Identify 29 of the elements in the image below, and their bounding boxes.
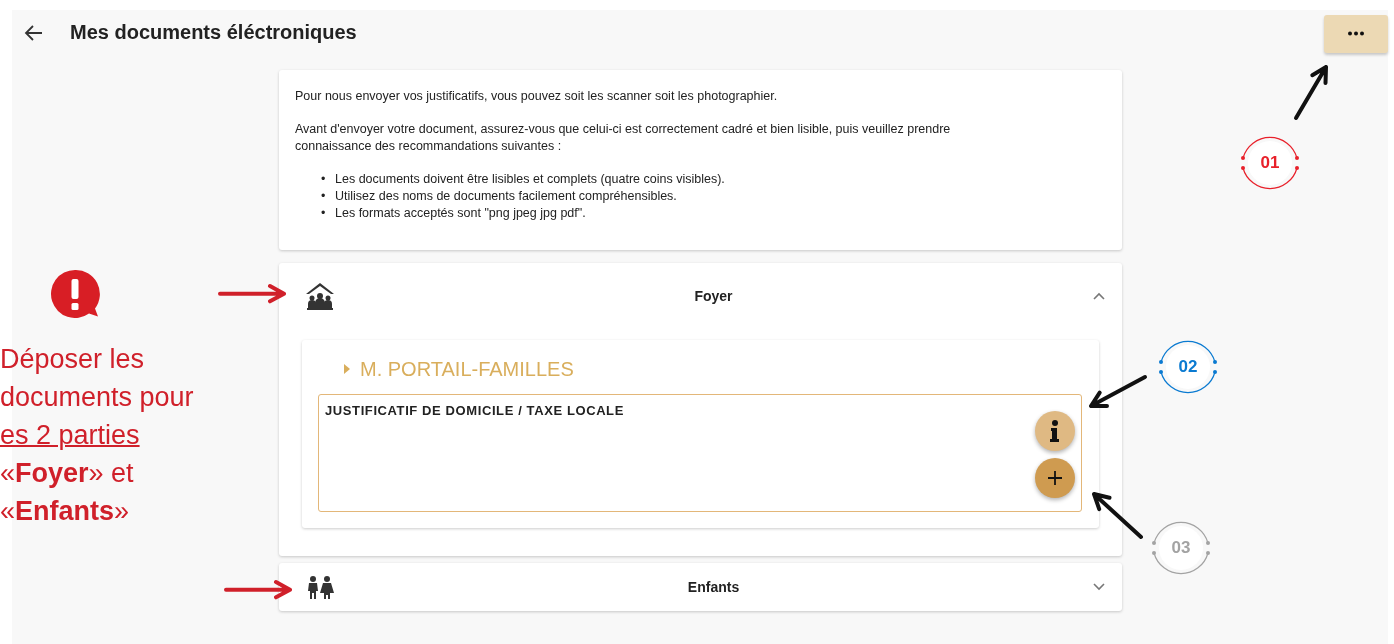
alert-icon [48,268,102,318]
info-bullet: Utilisez des noms de documents facilement compréhensibles. [335,188,677,205]
info-bullet: Les formats acceptés sont "png jpeg jpg pdf". [335,205,586,222]
info-icon [1050,420,1060,442]
info-text: Pour nous envoyer vos justificatifs, vous pouvez soit les scanner soit les photographier. [295,88,779,105]
bullet-marker: • [321,188,327,205]
section-title: Foyer [693,287,734,304]
annotation-arrow [1090,490,1145,541]
plus-icon [1047,470,1063,486]
bullet-marker: • [321,171,327,188]
info-text: Avant d'envoyer votre document, assurez-vous que celui-ci est correctement cadré et bien lisible, puis veuillez prendre connaissance des recommandations suivantes : [295,121,952,155]
bullet-marker: • [321,205,327,222]
section-header[interactable]: Enfants [279,563,1122,611]
section-header[interactable]: Foyer [279,263,1122,328]
add-button[interactable] [1035,458,1075,498]
back-button[interactable] [24,22,44,43]
more-icon [1347,31,1365,36]
annotation-arrow [1087,373,1149,411]
info-bullet: Les documents doivent être lisibles et complets (quatre coins visibles). [335,171,725,188]
document-title: JUSTIFICATIF DE DOMICILE / TAXE LOCALE [325,402,625,418]
annotation-arrow [1292,63,1330,122]
annotation-note: Déposer les documents pour es 2 parties «Foyer» et «Enfants» [0,343,195,528]
family-house-icon [305,281,335,310]
page-title: Mes documents éléctroniques [70,21,357,44]
children-icon [305,573,335,601]
section-title: Enfants [686,579,741,595]
caret-icon [344,364,350,374]
person-name: M. PORTAIL-FAMILLES [360,357,574,381]
info-button[interactable] [1035,411,1075,451]
